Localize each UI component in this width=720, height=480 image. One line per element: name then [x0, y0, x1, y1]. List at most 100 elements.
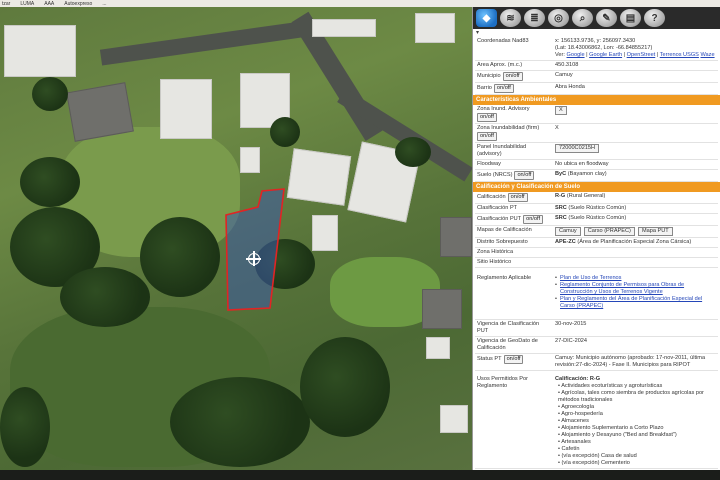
google-maps-icon[interactable]: ◆	[476, 9, 497, 27]
map-camuy-button[interactable]: Camuy	[555, 227, 581, 236]
area-value: 450.3108	[555, 62, 579, 68]
calif-row: Calificación on/off R-G (Rural General)	[475, 192, 718, 204]
floodway-value: No ubica en floodway	[555, 161, 609, 167]
google-link[interactable]: Google	[567, 52, 585, 58]
bookmarks-bar: tzar LUMA AAA Autoexpreso ...	[0, 0, 720, 7]
uso-item: • Agro-hospedería	[558, 411, 603, 417]
satellite-map[interactable]	[0, 7, 472, 470]
suelo-onoff-button[interactable]: on/off	[514, 171, 535, 180]
barrio-onoff-button[interactable]: on/off	[493, 84, 514, 93]
inund-row: Zona Inund. Advisory on/off X	[475, 105, 718, 124]
map-put-button[interactable]: Mapa PUT	[637, 227, 673, 236]
chevron-down-icon[interactable]: ▾	[473, 29, 720, 37]
info-panel: ◆ ≋ ≣ ◎ ⌕ ✎ ▤ ? ▾ Coordenadas Nad83 x: 1…	[472, 7, 720, 470]
clasif-put-code: SRC	[555, 215, 567, 221]
coords-value: x: 156133.9736, y: 256097.3430	[555, 38, 636, 44]
bookmark-item[interactable]: tzar	[2, 1, 10, 7]
google-earth-link[interactable]: Google Earth	[589, 52, 622, 58]
suelo-label: Suelo (NRCS)	[477, 172, 513, 178]
bookmark-item[interactable]: Autoexpreso	[64, 1, 92, 7]
usgs-link[interactable]: Terrenos USGS	[660, 52, 699, 58]
coords-label: Coordenadas Nad83	[477, 38, 529, 44]
floodway-row: Floodway No ubica en floodway	[475, 160, 718, 170]
search-icon[interactable]: ⌕	[572, 9, 593, 27]
calif-code: R-G	[555, 193, 566, 199]
openstreet-link[interactable]: OpenStreet	[627, 52, 656, 58]
uso-item: • Agroecología	[558, 404, 595, 410]
sitio-row: Sitio Histórico	[475, 258, 718, 268]
edit-icon[interactable]: ✎	[596, 9, 617, 27]
barrio-value: Abra Honda	[555, 84, 585, 90]
municipio-onoff-button[interactable]: on/off	[502, 72, 523, 81]
clasif-pt-code: SRC	[555, 205, 567, 211]
parcel-outline[interactable]	[0, 7, 472, 470]
clasif-put-label: Clasificación PUT	[477, 216, 522, 222]
calif-value: (Rural General)	[566, 193, 606, 199]
vigencia-put-value: 30-nov-2015	[555, 321, 587, 327]
clasif-pt-row: Clasificación PT SRC (Suelo Rústico Comú…	[475, 204, 718, 214]
barrio-row: Barrio on/off Abra Honda	[475, 83, 718, 95]
vigencia-geo-value: 27-DIC-2024	[555, 338, 588, 344]
inund-label: Zona Inund. Advisory	[477, 106, 530, 112]
status-label: Status PT	[477, 356, 502, 362]
toolbar: ◆ ≋ ≣ ◎ ⌕ ✎ ▤ ?	[473, 7, 720, 29]
bookmark-item[interactable]: AAA	[44, 1, 54, 7]
print-icon[interactable]: ▤	[620, 9, 641, 27]
clasif-put-onoff-button[interactable]: on/off	[523, 215, 544, 224]
mapas-row: Mapas de Calificación Camuy Carso (PRAPEC…	[475, 226, 718, 238]
coins-icon[interactable]: ◎	[548, 9, 569, 27]
historica-row: Zona Histórica	[475, 248, 718, 258]
coords-row: Coordenadas Nad83 x: 156133.9736, y: 256…	[475, 37, 718, 61]
reglamento-link[interactable]: Reglamento Conjunto de Permisos para Obr…	[560, 282, 684, 295]
uso-item: • Actividades ecoturísticas y agroturíst…	[558, 383, 663, 389]
bookmark-item[interactable]: ...	[102, 1, 106, 7]
vigencia-put-label: Vigencia de Clasificación PUT	[477, 321, 540, 334]
suelo-row: Suelo (NRCS) on/off ByC (Bayamon clay)	[475, 170, 718, 182]
reglamento-link[interactable]: Plan de Uso de Terrenos	[560, 275, 621, 281]
inund-firm-row: Zona Inundabilidad (firm) on/off X	[475, 124, 718, 143]
clasif-put-value: (Suelo Rústico Común)	[568, 215, 627, 221]
usos-label: Usos Permitidos Por Reglamento	[477, 376, 528, 389]
uso-item: • Artesanales	[558, 439, 591, 445]
suelo-value: (Bayamon clay)	[567, 171, 607, 177]
historica-label: Zona Histórica	[477, 249, 514, 255]
panel-value-button[interactable]: 72000C0215H	[555, 144, 600, 153]
waze-link[interactable]: Waze	[700, 52, 714, 58]
vigencia-geo-row: Vigencia de GeoDato de Calificación 27-D…	[475, 337, 718, 354]
map-carso-button[interactable]: Carso (PRAPEC)	[583, 227, 635, 236]
uso-item: • Cafetín	[558, 446, 580, 452]
calif-onoff-button[interactable]: on/off	[507, 193, 528, 202]
municipio-label: Municipio	[477, 73, 501, 79]
inund-firm-onoff-button[interactable]: on/off	[477, 132, 497, 141]
uso-item: • Alojamiento Suplementario a Corto Plaz…	[558, 425, 664, 431]
clasif-put-row: Clasificación PUT on/off SRC (Suelo Rústi…	[475, 214, 718, 226]
ver-label: Ver:	[555, 52, 565, 58]
status-onoff-button[interactable]: on/off	[503, 355, 524, 364]
distrito-label: Distrito Sobrepuesto	[477, 239, 528, 245]
vigencia-geo-label: Vigencia de GeoDato de Calificación	[477, 338, 538, 351]
screen-bezel	[0, 470, 720, 480]
inund-firm-label: Zona Inundabilidad (firm)	[477, 125, 540, 131]
distrito-row: Distrito Sobrepuesto APE-ZC (Área de Pla…	[475, 238, 718, 248]
sitio-label: Sitio Histórico	[477, 259, 512, 265]
clasif-pt-label: Clasificación PT	[477, 205, 518, 211]
layers-stack-icon[interactable]: ≣	[524, 9, 545, 27]
uso-item: • (vía excepción) Cementerio	[558, 460, 630, 466]
bookmark-item[interactable]: LUMA	[20, 1, 34, 7]
panel-label: Panel Inundabilidad (advisory)	[477, 144, 527, 157]
help-icon[interactable]: ?	[644, 9, 665, 27]
layers-icon[interactable]: ≋	[500, 9, 521, 27]
usos-row: Usos Permitidos Por Reglamento Calificac…	[475, 371, 718, 469]
latlon-value: (Lat: 18.43006862, Lon: -66.84855217)	[555, 45, 653, 51]
municipio-value: Camuy	[555, 72, 573, 78]
inund-onoff-button[interactable]: on/off	[477, 113, 497, 122]
uso-item: • Almacenes	[558, 418, 589, 424]
barrio-label: Barrio	[477, 85, 492, 91]
reglamento-label: Reglamento Aplicable	[477, 275, 532, 281]
calif-label: Calificación	[477, 194, 506, 200]
status-value: Camuy: Municipio autónomo (aprobado: 17-…	[555, 355, 706, 368]
area-row: Area Aprox. (m.c.) 450.3108	[475, 61, 718, 71]
usos-title: Calificación: R-G	[555, 376, 601, 382]
reglamento-link[interactable]: Plan y Reglamento del Área de Planificac…	[560, 296, 702, 309]
area-label: Area Aprox. (m.c.)	[477, 62, 523, 68]
